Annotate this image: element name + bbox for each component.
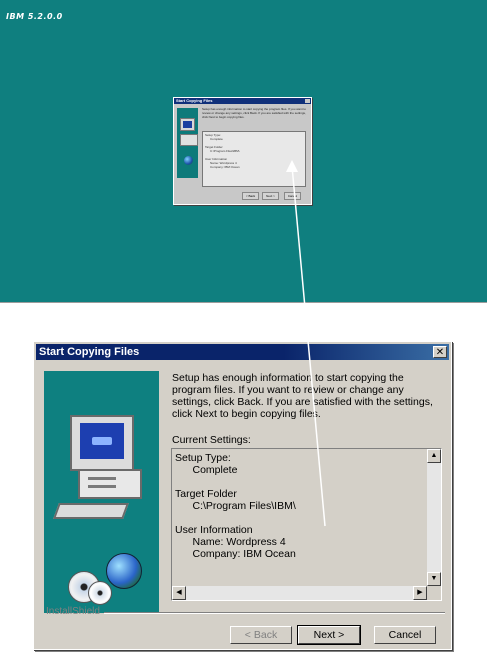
drive-slot — [88, 485, 116, 488]
next-button[interactable]: Next > — [297, 625, 361, 645]
desktop: IBM 5.2.0.0 Start Copying Files Setup ha… — [0, 0, 487, 302]
scroll-right-icon[interactable]: ▶ — [413, 586, 427, 600]
screen-logo-icon — [92, 437, 112, 445]
divider — [0, 302, 487, 303]
settings-text: Setup Type: Complete Target Folder C:\Pr… — [175, 452, 296, 560]
mini-settings-box: Setup Type: Complete Target Folder C:\Pr… — [202, 131, 306, 187]
keyboard-icon — [53, 503, 129, 519]
mini-window-title: Start Copying Files — [174, 98, 311, 104]
current-settings-label: Current Settings: — [172, 434, 251, 446]
mini-monitor-icon — [180, 118, 195, 131]
monitor-screen — [80, 423, 124, 459]
drive-slot — [88, 477, 116, 480]
mini-back-button[interactable]: < Back — [242, 192, 259, 200]
computer-case-icon — [78, 469, 142, 499]
close-button[interactable]: ✕ — [433, 346, 447, 358]
mini-installer-window: Start Copying Files Setup has enough inf… — [173, 97, 312, 205]
monitor-icon — [70, 415, 134, 471]
installer-window: Start Copying Files ✕ Setup has enough i… — [33, 341, 452, 650]
globe-icon — [106, 553, 142, 589]
desktop-title: IBM 5.2.0.0 — [6, 12, 63, 21]
installshield-divider — [104, 612, 445, 614]
horizontal-scrollbar[interactable]: ◀ ▶ — [172, 586, 427, 600]
back-button[interactable]: < Back — [230, 626, 292, 644]
mini-next-button[interactable]: Next > — [262, 192, 279, 200]
cancel-button[interactable]: Cancel — [374, 626, 436, 644]
title-bar: Start Copying Files ✕ — [36, 344, 449, 360]
mini-globe-icon — [184, 156, 193, 165]
cd-icon — [88, 581, 112, 605]
mini-computer-illustration — [177, 108, 198, 178]
mini-settings-text: Setup Type: Complete Target Folder C:\Pr… — [205, 133, 240, 169]
mini-close-icon — [305, 99, 310, 103]
scroll-down-icon[interactable]: ▼ — [427, 572, 441, 586]
scroll-up-icon[interactable]: ▲ — [427, 449, 441, 463]
window-title: Start Copying Files — [39, 346, 140, 358]
vertical-scrollbar[interactable]: ▲ ▼ — [427, 449, 441, 586]
settings-textbox[interactable]: Setup Type: Complete Target Folder C:\Pr… — [171, 448, 442, 601]
computer-illustration — [44, 371, 159, 613]
description-text: Setup has enough information to start co… — [172, 372, 433, 420]
installshield-label: InstallShield — [46, 606, 100, 617]
mini-description: Setup has enough information to start co… — [202, 107, 306, 119]
scroll-left-icon[interactable]: ◀ — [172, 586, 186, 600]
mini-cancel-button[interactable]: Cancel — [284, 192, 301, 200]
mini-computer-icon — [180, 134, 198, 146]
mini-monitor-screen — [183, 121, 192, 128]
scroll-corner — [427, 586, 441, 600]
